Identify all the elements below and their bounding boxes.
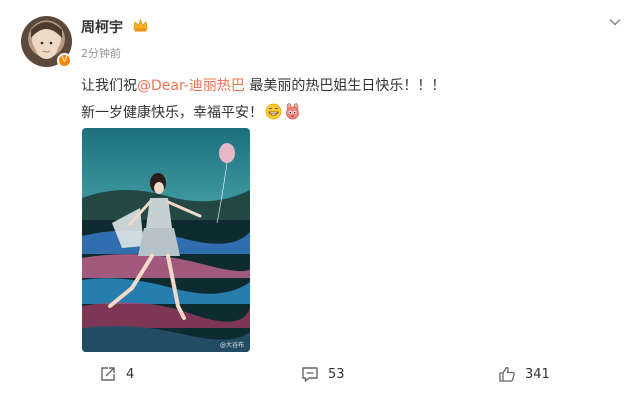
- crown-badge-icon[interactable]: [132, 17, 149, 34]
- action-bar: 4 53 341: [0, 362, 642, 386]
- thumbs-up-icon: [499, 366, 515, 382]
- comment-icon: [302, 367, 318, 382]
- post-line-2: 新一岁健康快乐，幸福平安！: [81, 100, 445, 127]
- post-time[interactable]: 2分钟前: [81, 45, 121, 61]
- post-author[interactable]: 周柯宇: [81, 17, 123, 37]
- post-text: 新一岁健康快乐，幸福平安！: [81, 105, 263, 121]
- grin-emoji-icon: [265, 103, 282, 120]
- mention-link[interactable]: @Dear-迪丽热巴: [137, 78, 245, 94]
- like-button[interactable]: 341: [498, 362, 550, 386]
- comment-button[interactable]: 53: [301, 362, 345, 386]
- share-icon: [101, 367, 115, 381]
- weibo-post: V 周柯宇 2分钟前 让我们祝@Dear-迪丽热巴 最美丽的热巴姐生日快乐！！！…: [0, 0, 642, 393]
- bunny-emoji-icon: [286, 103, 299, 120]
- post-line-1: 让我们祝@Dear-迪丽热巴 最美丽的热巴姐生日快乐！！！: [81, 73, 445, 100]
- share-button[interactable]: 4: [99, 362, 134, 386]
- post-image[interactable]: @大谷布: [82, 128, 250, 352]
- post-content: 让我们祝@Dear-迪丽热巴 最美丽的热巴姐生日快乐！！！ 新一岁健康快乐，幸福…: [81, 73, 445, 127]
- image-watermark: @大谷布: [219, 342, 244, 349]
- post-text: 让我们祝: [81, 78, 137, 94]
- post-text: 最美丽的热巴姐生日快乐！！！: [244, 78, 446, 94]
- chevron-down-icon[interactable]: [608, 15, 622, 29]
- comment-count: 53: [328, 366, 345, 382]
- verified-icon: V: [57, 53, 72, 68]
- post-image-artwork: [82, 128, 250, 352]
- share-count: 4: [126, 366, 135, 382]
- like-count: 341: [525, 366, 550, 382]
